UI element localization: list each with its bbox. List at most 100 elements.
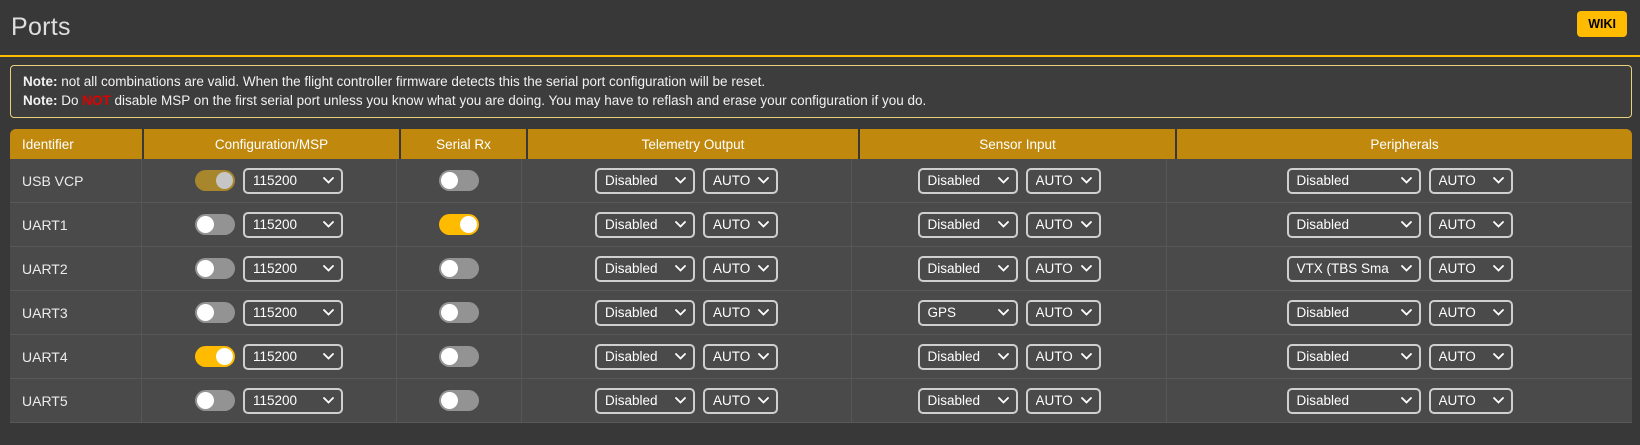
toggle-knob — [441, 260, 458, 277]
chevron-down-icon — [758, 353, 769, 360]
msp-toggle[interactable] — [195, 390, 235, 411]
peripherals-select[interactable]: Disabled — [1287, 168, 1421, 194]
serial-rx-toggle[interactable] — [439, 170, 479, 191]
ports-tab: Ports WIKI Note: not all combinations ar… — [0, 0, 1640, 423]
sensor-baud-select[interactable]: AUTO — [1026, 344, 1101, 370]
serial-rx-toggle[interactable] — [439, 214, 479, 235]
telemetry-select[interactable]: Disabled — [595, 168, 695, 194]
telemetry-baud-select[interactable]: AUTO — [703, 168, 778, 194]
peripherals-select[interactable]: Disabled — [1287, 388, 1421, 414]
sensor-input-cell: Disabled AUTO — [852, 247, 1167, 290]
port-identifier: UART4 — [10, 335, 142, 378]
serial-rx-toggle[interactable] — [439, 302, 479, 323]
peripherals-baud-select[interactable]: AUTO — [1429, 168, 1513, 194]
msp-toggle[interactable] — [195, 346, 235, 367]
sensor-select[interactable]: Disabled — [918, 168, 1018, 194]
telemetry-baud-select[interactable]: AUTO — [703, 388, 778, 414]
table-row: USB VCP 115200 Disabled AUTO Disabled — [10, 159, 1632, 203]
msp-toggle[interactable] — [195, 214, 235, 235]
toggle-knob — [197, 304, 214, 321]
peripherals-select[interactable]: Disabled — [1287, 212, 1421, 238]
table-row: UART5 115200 Disabled AUTO Disabled — [10, 379, 1632, 423]
configuration-msp-cell: 115200 — [142, 335, 397, 378]
telemetry-baud-select[interactable]: AUTO — [703, 256, 778, 282]
sensor-baud-select[interactable]: AUTO — [1026, 300, 1101, 326]
sensor-select[interactable]: Disabled — [918, 256, 1018, 282]
peripherals-baud-select[interactable]: AUTO — [1429, 344, 1513, 370]
chevron-down-icon — [998, 353, 1009, 360]
toggle-knob — [441, 348, 458, 365]
chevron-down-icon — [1081, 221, 1092, 228]
telemetry-baud-select[interactable]: AUTO — [703, 300, 778, 326]
chevron-down-icon — [1401, 309, 1412, 316]
chevron-down-icon — [1401, 397, 1412, 404]
toggle-knob — [197, 392, 214, 409]
port-identifier: UART5 — [10, 379, 142, 422]
chevron-down-icon — [1401, 177, 1412, 184]
chevron-down-icon — [1081, 177, 1092, 184]
serial-rx-toggle[interactable] — [439, 390, 479, 411]
telemetry-select[interactable]: Disabled — [595, 212, 695, 238]
telemetry-select[interactable]: Disabled — [595, 256, 695, 282]
peripherals-select[interactable]: Disabled — [1287, 344, 1421, 370]
table-row: UART4 115200 Disabled AUTO Disabled — [10, 335, 1632, 379]
chevron-down-icon — [998, 309, 1009, 316]
port-identifier: USB VCP — [10, 159, 142, 202]
peripherals-baud-select[interactable]: AUTO — [1429, 212, 1513, 238]
telemetry-select[interactable]: Disabled — [595, 300, 695, 326]
toggle-knob — [441, 172, 458, 189]
sensor-baud-select[interactable]: AUTO — [1026, 256, 1101, 282]
peripherals-select[interactable]: VTX (TBS Sma — [1287, 256, 1421, 282]
chevron-down-icon — [1401, 221, 1412, 228]
msp-toggle[interactable] — [195, 302, 235, 323]
note-line-2: Note: Do NOT disable MSP on the first se… — [23, 91, 1619, 110]
column-header-serial-rx: Serial Rx — [401, 129, 526, 159]
peripherals-cell: Disabled AUTO — [1167, 159, 1632, 202]
sensor-select[interactable]: Disabled — [918, 212, 1018, 238]
peripherals-baud-select[interactable]: AUTO — [1429, 300, 1513, 326]
serial-rx-toggle[interactable] — [439, 346, 479, 367]
peripherals-baud-select[interactable]: AUTO — [1429, 388, 1513, 414]
configuration-msp-cell: 115200 — [142, 291, 397, 334]
sensor-baud-select[interactable]: AUTO — [1026, 212, 1101, 238]
wiki-button[interactable]: WIKI — [1577, 11, 1627, 37]
peripherals-baud-select[interactable]: AUTO — [1429, 256, 1513, 282]
msp-toggle[interactable] — [195, 170, 235, 191]
toggle-knob — [216, 348, 233, 365]
toggle-knob — [197, 216, 214, 233]
chevron-down-icon — [675, 309, 686, 316]
chevron-down-icon — [758, 265, 769, 272]
serial-rx-cell — [397, 247, 522, 290]
chevron-down-icon — [1493, 177, 1504, 184]
telemetry-baud-select[interactable]: AUTO — [703, 344, 778, 370]
page-header: Ports WIKI — [0, 0, 1640, 57]
chevron-down-icon — [1493, 265, 1504, 272]
peripherals-select[interactable]: Disabled — [1287, 300, 1421, 326]
configuration-msp-cell: 115200 — [142, 159, 397, 202]
serial-rx-cell — [397, 379, 522, 422]
chevron-down-icon — [1493, 397, 1504, 404]
sensor-select[interactable]: Disabled — [918, 388, 1018, 414]
msp-baud-select[interactable]: 115200 — [243, 256, 343, 282]
msp-baud-select[interactable]: 115200 — [243, 212, 343, 238]
telemetry-select[interactable]: Disabled — [595, 388, 695, 414]
msp-toggle[interactable] — [195, 258, 235, 279]
telemetry-select[interactable]: Disabled — [595, 344, 695, 370]
telemetry-baud-select[interactable]: AUTO — [703, 212, 778, 238]
sensor-input-cell: GPS AUTO — [852, 291, 1167, 334]
msp-baud-select[interactable]: 115200 — [243, 344, 343, 370]
sensor-input-cell: Disabled AUTO — [852, 203, 1167, 246]
chevron-down-icon — [1401, 353, 1412, 360]
peripherals-cell: Disabled AUTO — [1167, 203, 1632, 246]
serial-rx-toggle[interactable] — [439, 258, 479, 279]
column-header-peripherals: Peripherals — [1177, 129, 1632, 159]
configuration-msp-cell: 115200 — [142, 203, 397, 246]
msp-baud-select[interactable]: 115200 — [243, 168, 343, 194]
sensor-baud-select[interactable]: AUTO — [1026, 388, 1101, 414]
sensor-select[interactable]: Disabled — [918, 344, 1018, 370]
note-label: Note: — [23, 93, 58, 108]
msp-baud-select[interactable]: 115200 — [243, 300, 343, 326]
sensor-baud-select[interactable]: AUTO — [1026, 168, 1101, 194]
msp-baud-select[interactable]: 115200 — [243, 388, 343, 414]
sensor-select[interactable]: GPS — [918, 300, 1018, 326]
